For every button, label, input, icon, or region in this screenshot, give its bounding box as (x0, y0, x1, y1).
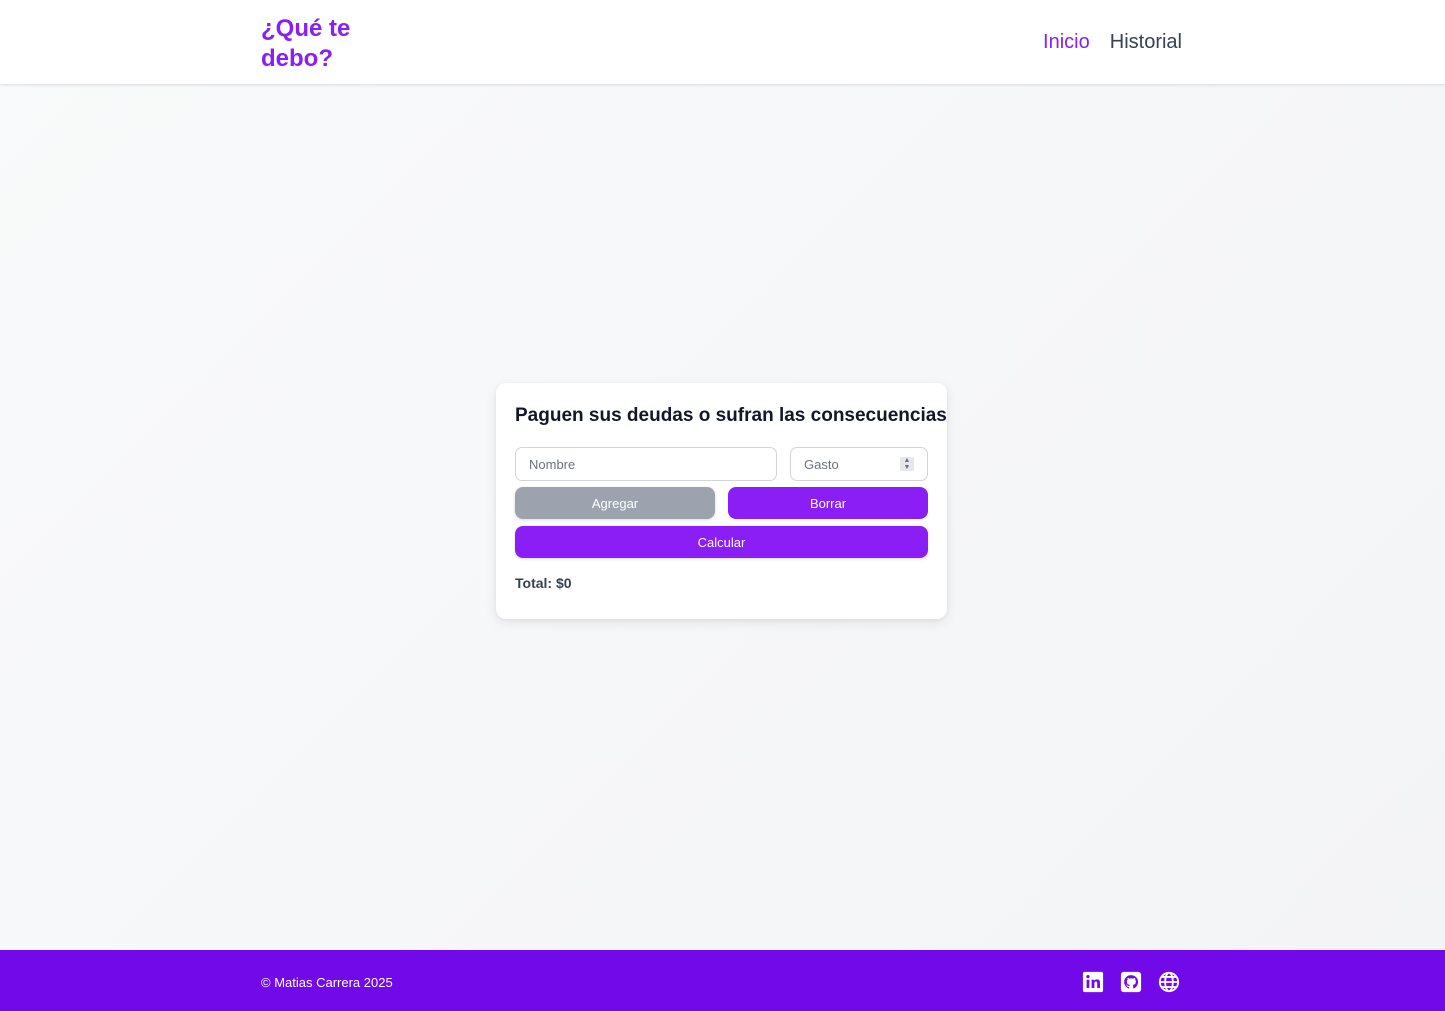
debt-form-card: Paguen sus deudas o sufran las consecuen… (496, 383, 947, 619)
main-nav: Inicio Historial (1043, 30, 1182, 54)
spinner-down-icon[interactable]: ▼ (900, 464, 914, 471)
top-header: ¿Qué te debo? Inicio Historial (0, 0, 1445, 84)
name-input[interactable] (515, 447, 777, 481)
calculate-button[interactable]: Calcular (515, 526, 928, 558)
delete-button[interactable]: Borrar (728, 487, 928, 519)
github-icon[interactable] (1120, 971, 1142, 993)
add-button[interactable]: Agregar (515, 487, 715, 519)
linkedin-icon[interactable] (1082, 971, 1104, 993)
spinner-up-icon[interactable]: ▲ (900, 457, 914, 464)
total-label: Total: $0 (515, 575, 572, 591)
card-title: Paguen sus deudas o sufran las consecuen… (515, 405, 947, 426)
globe-icon[interactable] (1158, 971, 1180, 993)
app-logo[interactable]: ¿Qué te debo? (261, 14, 371, 74)
nav-link-historial[interactable]: Historial (1110, 30, 1182, 54)
footer: © Matias Carrera 2025 (0, 950, 1445, 1011)
copyright-text: © Matias Carrera 2025 (261, 975, 393, 990)
social-links (1082, 971, 1180, 993)
nav-link-inicio[interactable]: Inicio (1043, 30, 1090, 54)
number-spinner[interactable]: ▲ ▼ (900, 457, 914, 471)
